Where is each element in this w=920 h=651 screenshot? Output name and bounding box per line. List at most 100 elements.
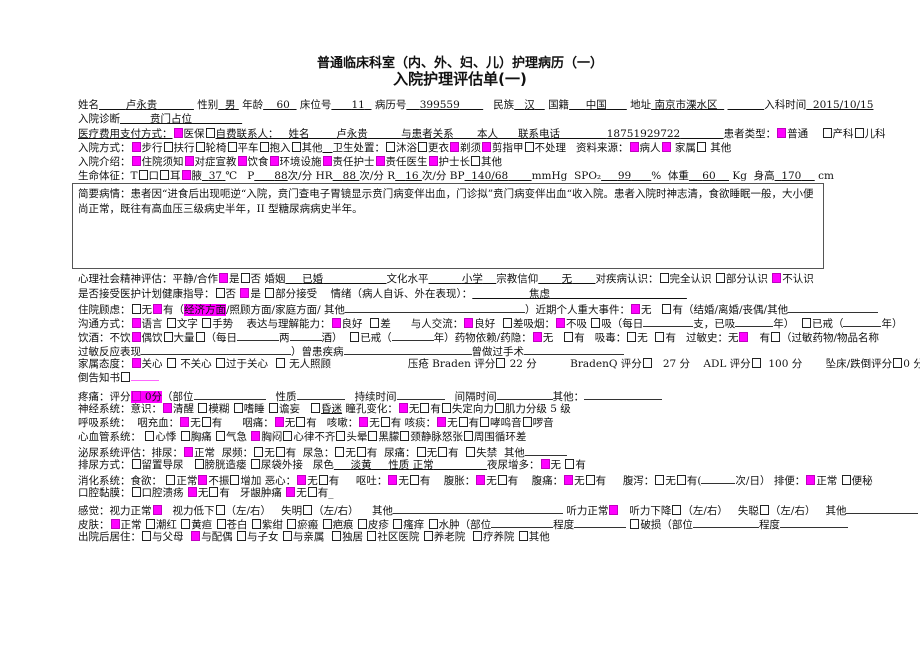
patient-nationality[interactable]: 中国 — [569, 99, 627, 111]
patient-name[interactable]: 卢永贵 — [99, 99, 194, 111]
drink-occasional-checkbox[interactable] — [163, 332, 173, 342]
disorientation-checkbox[interactable] — [441, 403, 451, 413]
cystostomy-checkbox[interactable] — [194, 459, 204, 469]
jugular-checkbox[interactable] — [400, 431, 410, 441]
diagnosis-field[interactable]: 贲门占位 — [120, 113, 242, 125]
live-sanatorium-checkbox[interactable] — [472, 531, 482, 541]
type-general-checkbox[interactable] — [777, 128, 787, 138]
patient-ethnicity[interactable]: 汉 — [514, 99, 545, 111]
resp-rate-value[interactable]: 16 — [395, 170, 422, 182]
express-poor-checkbox[interactable] — [370, 318, 380, 328]
urgency-yes-checkbox[interactable] — [356, 447, 366, 457]
calm-yes-checkbox[interactable] — [219, 273, 229, 283]
frequency-yes-checkbox[interactable] — [275, 447, 285, 457]
past-surgery-field[interactable] — [524, 343, 624, 355]
social-poor-checkbox[interactable] — [502, 318, 512, 328]
smoke-no-checkbox[interactable] — [555, 318, 565, 328]
hygiene-change-checkbox[interactable] — [418, 142, 428, 152]
admit-time[interactable]: 2015/10/15 — [806, 99, 874, 111]
skin-broken-checkbox[interactable] — [630, 519, 640, 529]
ulcer-none-checkbox[interactable] — [187, 487, 197, 497]
short-breath-checkbox[interactable] — [216, 431, 226, 441]
throat-congestion-none-checkbox[interactable] — [180, 417, 190, 427]
comm-gesture-checkbox[interactable] — [202, 318, 212, 328]
arrhythmia-checkbox[interactable] — [283, 431, 293, 441]
skin-edema-checkbox[interactable] — [428, 519, 438, 529]
smoke-quit-checkbox[interactable] — [801, 318, 811, 328]
bloating-none-checkbox[interactable] — [476, 475, 486, 485]
nausea-none-checkbox[interactable] — [297, 475, 307, 485]
skin-scar-checkbox[interactable] — [322, 519, 332, 529]
pupil-none-checkbox[interactable] — [398, 403, 408, 413]
drink-heavy-checkbox[interactable] — [195, 332, 205, 342]
mode-assist-checkbox[interactable] — [163, 142, 173, 152]
intro-doctor-checkbox[interactable] — [375, 156, 385, 166]
intro-education-checkbox[interactable] — [184, 156, 194, 166]
circulation-checkbox[interactable] — [463, 431, 473, 441]
skin-bruise-checkbox[interactable] — [287, 519, 297, 529]
mode-walk-checkbox[interactable] — [131, 142, 141, 152]
vomit-yes-checkbox[interactable] — [409, 475, 419, 485]
concern-none-checkbox[interactable] — [131, 304, 141, 314]
calm-no-checkbox[interactable] — [240, 273, 250, 283]
pulse-value[interactable]: 88 — [254, 170, 287, 182]
type-pediatric-checkbox[interactable] — [854, 128, 864, 138]
smoke-yes-checkbox[interactable] — [591, 318, 601, 328]
pupil-yes-checkbox[interactable] — [420, 403, 430, 413]
aware-full-checkbox[interactable] — [659, 273, 669, 283]
intro-diet-checkbox[interactable] — [237, 156, 247, 166]
blackout-checkbox[interactable] — [368, 431, 378, 441]
payment-insurance-checkbox[interactable] — [173, 128, 183, 138]
incontinence-checkbox[interactable] — [466, 447, 476, 457]
bradenq-checkbox[interactable] — [642, 358, 652, 368]
hearing-low-checkbox[interactable] — [672, 505, 682, 515]
abd-pain-none-checkbox[interactable] — [564, 475, 574, 485]
dizzy-checkbox[interactable] — [336, 431, 346, 441]
live-children-checkbox[interactable] — [237, 531, 247, 541]
temp-ear-checkbox[interactable] — [160, 170, 170, 180]
contact-phone[interactable]: 18751929722 — [560, 128, 724, 140]
patient-address[interactable]: 南京市溧水区 — [651, 99, 724, 111]
dysuria-yes-checkbox[interactable] — [438, 447, 448, 457]
spo2-value[interactable]: 99 — [601, 170, 651, 182]
live-other-checkbox[interactable] — [518, 531, 528, 541]
narcotic-yes-checkbox[interactable] — [655, 332, 665, 342]
mood-field[interactable]: 焦虑 — [472, 288, 687, 300]
constipation-checkbox[interactable] — [841, 475, 851, 485]
dysuria-none-checkbox[interactable] — [416, 447, 426, 457]
conscious-delirium-checkbox[interactable] — [269, 403, 279, 413]
skin-pale-checkbox[interactable] — [216, 519, 226, 529]
palpitation-checkbox[interactable] — [145, 431, 155, 441]
comm-speech-checkbox[interactable] — [131, 318, 141, 328]
skin-normal-checkbox[interactable] — [110, 519, 120, 529]
mode-carried-checkbox[interactable] — [259, 142, 269, 152]
past-disease-field[interactable] — [343, 343, 472, 355]
source-family-checkbox[interactable] — [661, 142, 671, 152]
type-obstetric-checkbox[interactable] — [822, 128, 832, 138]
social-good-checkbox[interactable] — [464, 318, 474, 328]
patient-bed[interactable]: 11 — [331, 99, 371, 111]
hygiene-nails-checkbox[interactable] — [482, 142, 492, 152]
conscious-coma-checkbox[interactable] — [311, 403, 321, 413]
stool-normal-checkbox[interactable] — [806, 475, 816, 485]
hygiene-none-checkbox[interactable] — [524, 142, 534, 152]
payment-self-checkbox[interactable] — [205, 128, 215, 138]
appetite-increased-checkbox[interactable] — [230, 475, 240, 485]
fall-notice-checkbox[interactable] — [121, 372, 130, 382]
sore-throat-yes-checkbox[interactable] — [296, 417, 306, 427]
family-uncaring-checkbox[interactable] — [166, 358, 176, 368]
concern-yes-checkbox[interactable] — [153, 304, 162, 314]
nocturia-none-checkbox[interactable] — [540, 459, 550, 469]
source-patient-checkbox[interactable] — [629, 142, 639, 152]
live-spouse-checkbox[interactable] — [191, 531, 201, 541]
family-noone-checkbox[interactable] — [275, 358, 285, 368]
family-overcaring-checkbox[interactable] — [216, 358, 226, 368]
allergy-none-checkbox[interactable] — [739, 332, 749, 342]
allergy-yes-checkbox[interactable] — [770, 332, 780, 342]
skin-jaundice-checkbox[interactable] — [181, 519, 191, 529]
skin-flush-checkbox[interactable] — [145, 519, 155, 529]
marriage-field[interactable]: 已婚 — [285, 273, 386, 285]
rale-checkbox[interactable] — [522, 417, 532, 427]
fall-checkbox[interactable] — [893, 358, 903, 368]
temperature-value[interactable]: 37 — [202, 170, 225, 182]
